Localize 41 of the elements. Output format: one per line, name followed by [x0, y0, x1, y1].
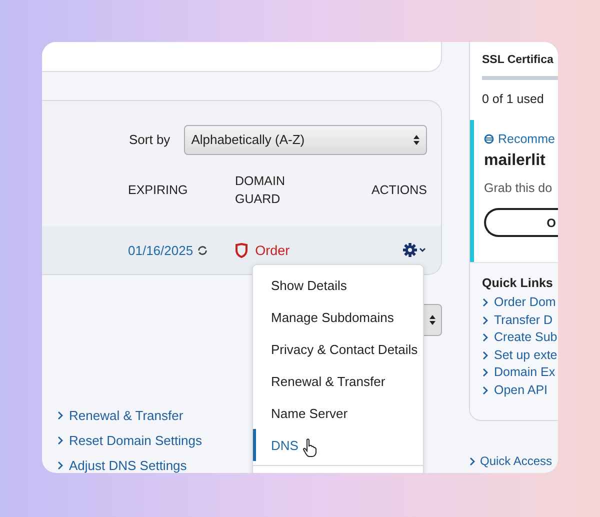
- recommendation-text: Grab this do: [484, 181, 554, 195]
- chevron-right-icon: [57, 436, 64, 445]
- menu-item[interactable]: Renewal & Transfer: [253, 365, 423, 397]
- chevron-right-icon: [57, 461, 64, 470]
- updown-arrows-icon: [413, 134, 420, 146]
- quick-access-link[interactable]: Quick Access: [480, 454, 552, 468]
- menu-item[interactable]: Show Details: [253, 269, 423, 301]
- actions-button[interactable]: [403, 243, 427, 257]
- globe-icon: [484, 134, 494, 144]
- usage-text: 0 of 1 used: [481, 91, 545, 106]
- cta-button[interactable]: O: [484, 208, 558, 237]
- order-link[interactable]: Order: [255, 242, 290, 258]
- column-header: EXPIRING: [128, 182, 189, 199]
- sort-select[interactable]: Alphabetically (A-Z): [184, 124, 427, 155]
- quick-links-title: Quick Links: [482, 276, 554, 290]
- settings-link[interactable]: Reset Domain Settings: [69, 433, 202, 448]
- chevron-right-icon: [57, 411, 64, 420]
- menu-item[interactable]: Manage Subdomains: [253, 301, 423, 333]
- gear-icon: [403, 243, 427, 257]
- refresh-icon[interactable]: [197, 244, 208, 256]
- ssl-title: SSL Certifica: [482, 54, 554, 66]
- column-header: DOMAIN GUARD: [235, 172, 286, 208]
- hand-cursor-icon: [302, 438, 318, 458]
- settings-link[interactable]: Renewal & Transfer: [69, 408, 184, 423]
- quick-link[interactable]: Order Dom: [494, 294, 556, 312]
- quick-link[interactable]: Transfer D: [494, 312, 553, 329]
- menu-item[interactable]: Name Server: [253, 397, 423, 429]
- column-header: ACTIONS: [370, 182, 427, 199]
- quick-link[interactable]: Open API: [494, 382, 548, 399]
- shield-icon: [235, 242, 248, 258]
- settings-link[interactable]: Adjust DNS Settings: [69, 458, 187, 473]
- updown-arrows-icon: [429, 314, 436, 326]
- chevron-right-icon: [469, 456, 476, 466]
- quick-link[interactable]: Create Sub: [494, 329, 558, 346]
- domain-name: mailerlit: [484, 152, 546, 170]
- menu-item[interactable]: Privacy & Contact Details: [253, 333, 423, 365]
- recommended-label: Recomme: [498, 132, 555, 146]
- quick-link[interactable]: Domain Ex: [494, 364, 556, 382]
- quick-link[interactable]: Set up exte: [494, 346, 558, 364]
- sort-label: Sort by: [129, 132, 170, 148]
- expiry-date: 01/16/2025: [128, 242, 194, 258]
